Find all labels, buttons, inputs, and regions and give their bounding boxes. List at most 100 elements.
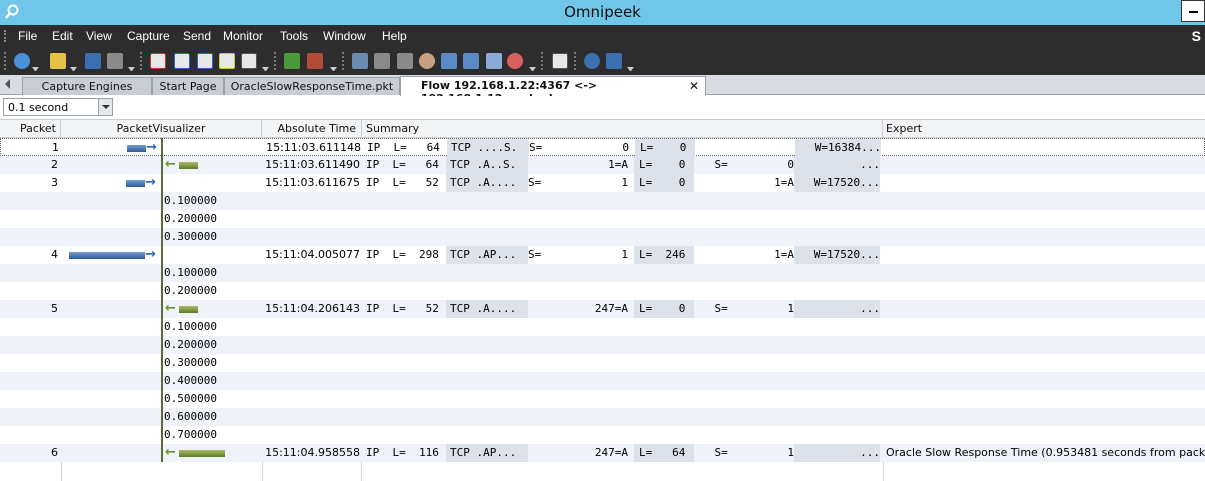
time-gap-row[interactable]: 0.100000	[0, 318, 1205, 336]
funnel-icon[interactable]	[374, 53, 390, 69]
start-capture-icon[interactable]	[284, 53, 300, 69]
summary-ip: IP L= 298	[366, 248, 439, 261]
column-absolute-time[interactable]: Absolute Time	[262, 120, 362, 138]
menu-send[interactable]: Send	[183, 29, 211, 43]
toolbar	[0, 47, 1205, 75]
close-tab-icon[interactable]: ✕	[689, 79, 699, 93]
summary-ack: S= 0	[714, 158, 794, 171]
summary-seq-label: S=	[528, 176, 542, 189]
tab-capture-engines[interactable]: Capture Engines	[22, 77, 152, 95]
time-gap-row[interactable]: 0.600000	[0, 408, 1205, 426]
menu-window[interactable]: Window	[323, 29, 366, 43]
column-summary[interactable]: Summary	[362, 120, 883, 138]
tab-oracle-pkt[interactable]: OracleSlowResponseTime.pkt	[224, 77, 400, 95]
options-icon[interactable]	[552, 53, 568, 69]
open-folder-icon[interactable]	[50, 53, 66, 69]
view-dropdown-icon[interactable]	[262, 67, 269, 71]
menu-view[interactable]: View	[86, 29, 112, 43]
summary-ack: S= 1	[714, 302, 794, 315]
arrow-right-icon: →	[145, 247, 156, 262]
pie-chart-icon[interactable]	[419, 53, 435, 69]
network-icon[interactable]	[352, 53, 368, 69]
summary-window: W=16384...	[795, 139, 881, 157]
time-gap-label: 0.300000	[164, 356, 217, 369]
wireless-icon[interactable]	[507, 53, 523, 69]
toolbar-separator	[541, 52, 544, 70]
save-icon[interactable]	[85, 53, 101, 69]
packet-row[interactable]: 2 ← 15:11:03.611490 IP L= 64 TCP .A..S. 1=A L=…	[0, 156, 1205, 174]
menu-grip[interactable]	[4, 30, 7, 42]
column-packet[interactable]: Packet	[0, 120, 61, 138]
tab-start-page[interactable]: Start Page	[152, 77, 224, 95]
capture-dropdown-icon[interactable]	[32, 67, 39, 71]
help-icon[interactable]	[584, 53, 600, 69]
menu-capture[interactable]: Capture	[127, 29, 170, 43]
time-gap-row[interactable]: 0.300000	[0, 228, 1205, 246]
time-gap-row[interactable]: 0.400000	[0, 372, 1205, 390]
packet-row[interactable]: 6 ← 15:11:04.958558 IP L= 116 TCP .AP... 247=…	[0, 444, 1205, 462]
print-icon[interactable]	[107, 53, 123, 69]
time-gap-label: 0.700000	[164, 428, 217, 441]
time-gap-row[interactable]: 0.500000	[0, 390, 1205, 408]
filter-icon[interactable]	[174, 53, 190, 69]
toolbar-separator	[140, 52, 143, 70]
summary-length: L= 0	[634, 174, 694, 192]
summary-ack	[695, 139, 795, 157]
toolbar-grip[interactable]	[4, 52, 7, 70]
capture-control-dropdown-icon[interactable]	[330, 67, 337, 71]
about-icon[interactable]	[606, 53, 622, 69]
column-visualizer[interactable]: PacketVisualizer	[61, 120, 262, 138]
search-icon[interactable]	[397, 53, 413, 69]
menu-file[interactable]: File	[18, 29, 37, 43]
menu-bar: File Edit View Capture Send Monitor Tool…	[0, 25, 1205, 47]
menu-tools[interactable]: Tools	[280, 29, 308, 43]
menu-monitor[interactable]: Monitor	[223, 29, 263, 43]
bar-chart-icon[interactable]	[463, 53, 479, 69]
packet-number: 4	[51, 248, 58, 261]
menu-help[interactable]: Help	[382, 29, 407, 43]
graph-icon[interactable]	[441, 53, 457, 69]
packet-row[interactable]: 1 → 15:11:03.611148 IP L= 64 TCP ....S. S= 0 L=…	[0, 138, 1205, 157]
open-dropdown-icon[interactable]	[70, 67, 77, 71]
packet-number: 2	[51, 158, 58, 171]
absolute-time: 15:11:03.611675	[265, 176, 360, 189]
time-gap-row[interactable]: 0.200000	[0, 282, 1205, 300]
packet-row[interactable]: 3 → 15:11:03.611675 IP L= 52 TCP .A.... S= 1 L=…	[0, 174, 1205, 192]
time-gap-row[interactable]: 0.300000	[0, 354, 1205, 372]
summary-seq-value: 1	[621, 176, 628, 189]
time-gap-row[interactable]: 0.100000	[0, 192, 1205, 210]
summary-length: L= 246	[634, 246, 694, 264]
time-gap-row[interactable]: 0.200000	[0, 210, 1205, 228]
interval-select[interactable]: 0.1 second	[3, 98, 113, 116]
print-dropdown-icon[interactable]	[128, 67, 135, 71]
window-title: Omnipeek	[564, 3, 641, 21]
time-gap-row[interactable]: 0.200000	[0, 336, 1205, 354]
packet-number: 6	[51, 446, 58, 459]
column-expert[interactable]: Expert	[883, 120, 1205, 138]
tools-dropdown-icon[interactable]	[529, 67, 536, 71]
interval-dropdown-button[interactable]	[98, 99, 112, 115]
toolbar-separator	[574, 52, 577, 70]
minimize-button[interactable]	[1181, 0, 1205, 22]
packet-number: 3	[51, 176, 58, 189]
alert-icon[interactable]	[219, 53, 235, 69]
packet-list-icon[interactable]	[150, 53, 166, 69]
packet-row[interactable]: 4 → 15:11:04.005077 IP L= 298 TCP .AP... S= 1 L…	[0, 246, 1205, 264]
stats-icon[interactable]	[241, 53, 257, 69]
summary-ack: 1=A	[774, 248, 794, 261]
time-gap-row[interactable]: 0.700000	[0, 426, 1205, 444]
time-gap-label: 0.200000	[164, 284, 217, 297]
stop-capture-icon[interactable]	[307, 53, 323, 69]
packet-bar-server	[179, 450, 225, 457]
menu-edit[interactable]: Edit	[52, 29, 73, 43]
time-gap-label: 0.100000	[164, 194, 217, 207]
time-gap-row[interactable]: 0.100000	[0, 264, 1205, 282]
capture-icon[interactable]	[14, 53, 30, 69]
tab-scroll-left-icon[interactable]	[5, 79, 10, 89]
tab-flow[interactable]: Flow 192.168.1.22:4367 <-> 192.168.1.12:…	[400, 76, 706, 105]
packet-row[interactable]: 5 ← 15:11:04.206143 IP L= 52 TCP .A.... 247=A…	[0, 300, 1205, 318]
summary-window: ...	[794, 156, 880, 174]
decode-icon[interactable]	[197, 53, 213, 69]
probe-icon[interactable]	[486, 53, 502, 69]
help-dropdown-icon[interactable]	[627, 67, 634, 71]
